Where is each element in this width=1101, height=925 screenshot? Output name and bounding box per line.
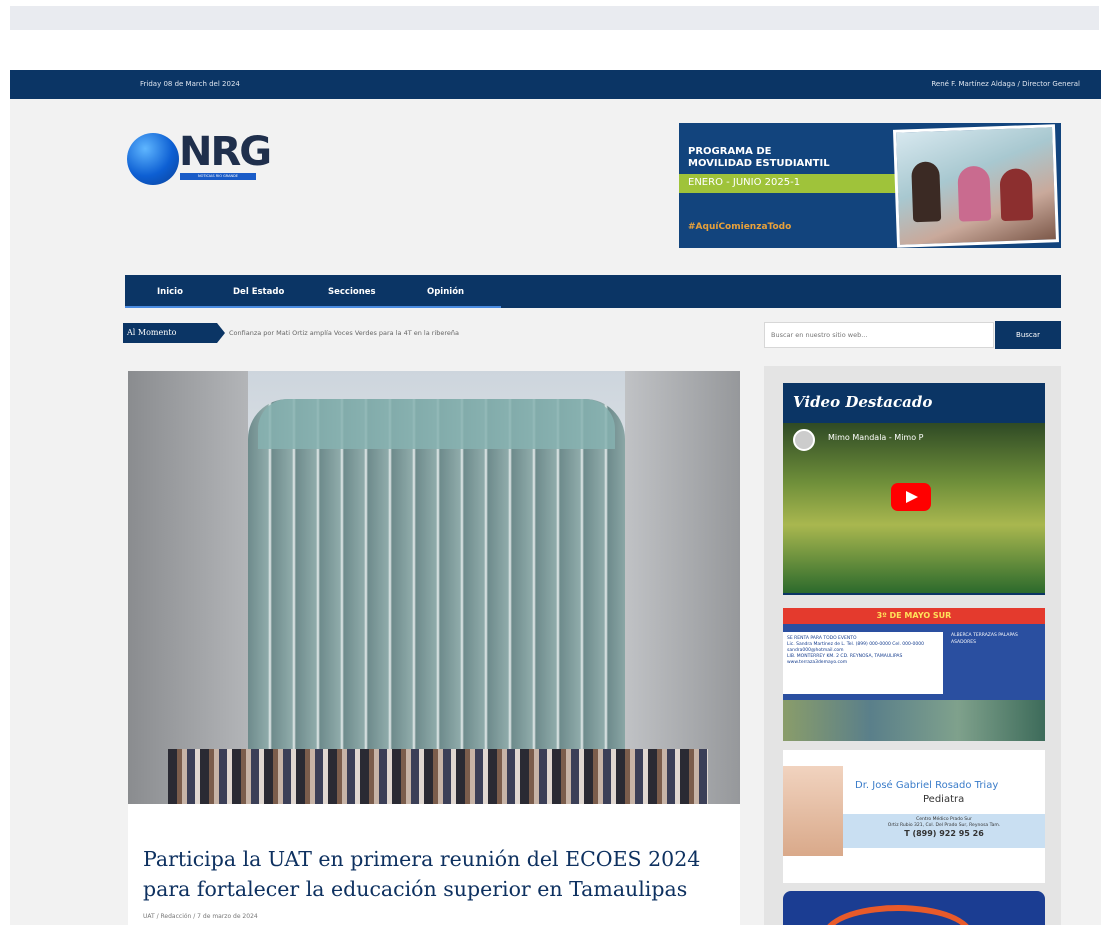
browser-strip <box>10 6 1099 30</box>
ad3-phone: T (899) 922 95 26 <box>904 829 984 838</box>
ad-hashtag: #AquíComienzaTodo <box>688 222 792 232</box>
sidebar: Video Destacado Mimo Mandala - Mimo P 3º… <box>764 366 1061 925</box>
nav-item-del-estado[interactable]: Del Estado <box>233 287 284 297</box>
ad-person <box>999 168 1034 222</box>
hero-glass-facade <box>248 399 625 751</box>
ad3-specialty: Pediatra <box>923 794 965 805</box>
ad-line-2: MOVILIDAD ESTUDIANTIL <box>688 158 830 169</box>
ad-line-1: PROGRAMA DE <box>688 146 772 157</box>
ad3-info: Centro Médico Prado Sur Ortiz Rubio 321,… <box>843 814 1045 848</box>
current-date: Friday 08 de March del 2024 <box>140 80 240 88</box>
nav-item-secciones[interactable]: Secciones <box>328 287 376 297</box>
nav-item-inicio[interactable]: Inicio <box>157 287 183 297</box>
hero-wall-left <box>128 371 248 804</box>
site-logo[interactable]: NRG NOTICIAS RIO GRANDE <box>127 129 287 187</box>
header-ad-banner[interactable]: PROGRAMA DE MOVILIDAD ESTUDIANTIL ENERO … <box>679 123 1061 248</box>
search-input[interactable] <box>764 322 994 348</box>
featured-article: Participa la UAT en primera reunión del … <box>128 371 740 925</box>
hero-crowd <box>168 749 708 804</box>
logo-tagline: NOTICIAS RIO GRANDE <box>180 173 256 180</box>
ad2-address: LIB. MONTERREY KM. 2 CD. REYNOSA, TAMAUL… <box>787 654 903 665</box>
nav-item-opinion[interactable]: Opinión <box>427 287 464 297</box>
article-meta: UAT / Redacción / 7 de marzo de 2024 <box>143 913 258 920</box>
ad-person <box>911 161 942 223</box>
page: Friday 08 de March del 2024 René F. Mart… <box>10 70 1101 925</box>
sidebar-ad-pediatra[interactable]: Dr. José Gabriel Rosado Triay Pediatra C… <box>783 750 1045 883</box>
main-nav: Inicio Del Estado Secciones Opinión <box>125 275 1061 308</box>
channel-avatar <box>793 429 815 451</box>
play-icon[interactable] <box>891 483 931 511</box>
sidebar-ad-bottom[interactable] <box>783 891 1045 925</box>
ad3-doctor-name: Dr. José Gabriel Rosado Triay <box>855 780 999 791</box>
hero-wall-right <box>625 371 740 804</box>
nav-underline <box>125 306 501 308</box>
sidebar-ad-terraza[interactable]: 3º DE MAYO SUR SE RENTA PARA TODO EVENTO… <box>783 608 1045 741</box>
ad2-header: 3º DE MAYO SUR <box>783 608 1045 624</box>
top-bar: Friday 08 de March del 2024 René F. Mart… <box>10 70 1101 99</box>
ad-photo <box>892 124 1060 248</box>
featured-video: Video Destacado Mimo Mandala - Mimo P <box>783 383 1045 595</box>
ad-line-3: ENERO - JUNIO 2025-1 <box>688 177 801 188</box>
ad2-contact-panel: SE RENTA PARA TODO EVENTO Lic. Sandra Ma… <box>783 632 943 694</box>
ad4-arc <box>823 905 973 925</box>
video-section-title: Video Destacado <box>793 393 933 411</box>
ticker-label: Al Momento <box>123 323 225 343</box>
video-thumbnail[interactable]: Mimo Mandala - Mimo P <box>783 423 1045 593</box>
hero-canopy <box>258 399 615 449</box>
search-button[interactable]: Buscar <box>995 321 1061 349</box>
article-hero-image[interactable] <box>128 371 740 804</box>
article-title[interactable]: Participa la UAT en primera reunión del … <box>143 844 733 904</box>
ad2-photo <box>783 700 1045 741</box>
logo-text: NRG <box>179 129 272 175</box>
globe-icon <box>127 133 179 185</box>
ad2-contact: Lic. Sandra Martínez de L. Tel. (899) 00… <box>787 642 924 653</box>
video-caption: Mimo Mandala - Mimo P <box>828 433 924 442</box>
ad-person <box>957 165 992 222</box>
ticker-headline[interactable]: Confianza por Mati Ortiz amplía Voces Ve… <box>229 329 459 337</box>
director-credit: René F. Martínez Aldaga / Director Gener… <box>931 80 1080 88</box>
ad3-baby-photo <box>783 766 843 856</box>
ad2-services: ALBERCA TERRAZAS PALAPAS ASADORES <box>951 633 1018 645</box>
